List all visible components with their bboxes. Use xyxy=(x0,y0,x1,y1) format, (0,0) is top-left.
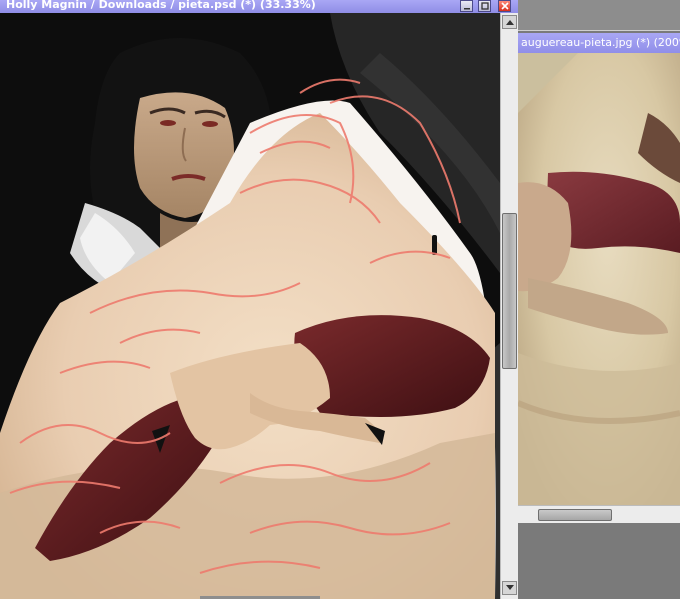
scroll-down-button[interactable] xyxy=(502,581,517,595)
workspace-background-lower xyxy=(518,523,680,599)
arrow-down-icon xyxy=(505,585,514,590)
reference-titlebar[interactable]: auguereau-pieta.jpg (*) (200%) xyxy=(518,33,680,53)
minimize-button[interactable] xyxy=(460,0,473,12)
document-window: Holly Magnin / Downloads / pieta.psd (*)… xyxy=(0,0,518,599)
maximize-button[interactable] xyxy=(478,0,491,12)
document-title: Holly Magnin / Downloads / pieta.psd (*)… xyxy=(6,0,316,11)
scroll-up-button[interactable] xyxy=(502,15,517,29)
reference-window: auguereau-pieta.jpg (*) (200%) xyxy=(518,0,680,599)
reference-image[interactable] xyxy=(518,53,680,505)
close-icon xyxy=(500,2,509,10)
reference-title: auguereau-pieta.jpg (*) (200%) xyxy=(521,36,680,49)
close-button[interactable] xyxy=(498,0,511,12)
reference-scroll-thumb[interactable] xyxy=(538,509,612,521)
arrow-up-icon xyxy=(505,20,514,25)
maximize-icon xyxy=(480,2,489,10)
minimize-icon xyxy=(463,8,470,10)
painting-artwork xyxy=(0,13,500,599)
vertical-scrollbar[interactable] xyxy=(500,13,518,599)
reference-artwork xyxy=(518,53,680,505)
document-titlebar[interactable]: Holly Magnin / Downloads / pieta.psd (*)… xyxy=(0,0,518,14)
painting-canvas[interactable] xyxy=(0,13,500,599)
vertical-scroll-thumb[interactable] xyxy=(502,213,517,369)
reference-horizontal-scrollbar[interactable] xyxy=(518,505,680,523)
workspace-background xyxy=(518,0,680,31)
